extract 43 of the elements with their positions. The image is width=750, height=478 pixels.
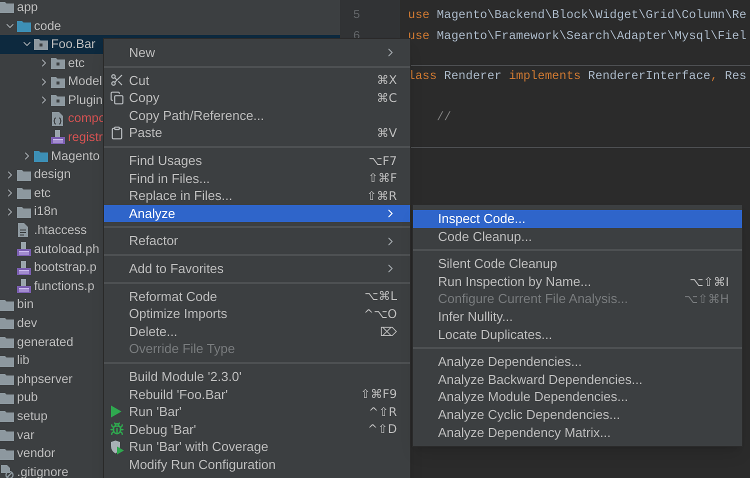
shortcut-label: ⌥⌘L bbox=[364, 288, 397, 306]
tree-item-label: functions.p bbox=[34, 278, 94, 295]
tree-item-label: dev bbox=[17, 315, 38, 332]
shortcut-label: ⇧⌘F9 bbox=[360, 386, 397, 404]
tree-item-label: etc bbox=[34, 184, 51, 202]
tree-item-label: autoload.ph bbox=[34, 240, 100, 258]
shortcut-label: ⌥⇧⌘H bbox=[684, 291, 729, 308]
code-line: use Magento\Framework\Search\Adapter\Mysql\Fiel bbox=[408, 28, 746, 45]
shortcut-label: ⌘C bbox=[376, 90, 397, 107]
tree-item-label: .htaccess bbox=[34, 222, 87, 240]
tree-item-label: bootstrap.p bbox=[34, 259, 97, 276]
code-line: // bbox=[436, 109, 452, 126]
tree-item-label: Magento bbox=[51, 148, 100, 165]
tree-item-label: generated bbox=[17, 334, 74, 351]
tree-item-label: phpserver bbox=[17, 370, 73, 388]
tree-item-label: design bbox=[34, 166, 71, 184]
tree-item-label: pub bbox=[17, 389, 38, 406]
shortcut-label: ⌥⇧⌘I bbox=[690, 274, 729, 291]
tree-item-label: lib bbox=[17, 352, 30, 370]
tree-item-label: i18n bbox=[34, 203, 58, 220]
tree-item-label: Plugin bbox=[68, 92, 103, 109]
tree-item-label: registr bbox=[68, 129, 103, 146]
shortcut-label: ^⌥O bbox=[364, 306, 397, 323]
tree-item-label: bin bbox=[17, 296, 34, 314]
tree-item-label: app bbox=[17, 0, 38, 16]
shortcut-label: ⇧⌘F bbox=[368, 170, 397, 188]
tree-item-label: Foo.Bar bbox=[51, 36, 96, 54]
tree-item-label: Model bbox=[68, 73, 102, 90]
tree-item-label: .gitignore bbox=[17, 464, 68, 478]
tree-item-label: setup bbox=[17, 408, 48, 425]
tree-item-label: etc bbox=[68, 54, 85, 72]
shortcut-label: ⌘X bbox=[376, 72, 397, 90]
code-line: use Magento\Backend\Block\Widget\Grid\Column\Re bbox=[408, 7, 746, 24]
tree-item-label: vendor bbox=[17, 445, 56, 462]
code-line: lass Renderer implements RendererInterface, Res bbox=[408, 68, 746, 86]
shortcut-label: ^⇧R bbox=[368, 404, 397, 421]
shortcut-label: ^⇧D bbox=[368, 421, 397, 438]
shortcut-label: ⇧⌘R bbox=[366, 188, 397, 205]
shortcut-label: ⌦ bbox=[380, 324, 397, 341]
shortcut-label: ⌘V bbox=[376, 125, 397, 142]
tree-item-label: var bbox=[17, 426, 34, 444]
shortcut-label: ⌥F7 bbox=[368, 152, 397, 170]
tree-item-label: code bbox=[34, 18, 62, 35]
